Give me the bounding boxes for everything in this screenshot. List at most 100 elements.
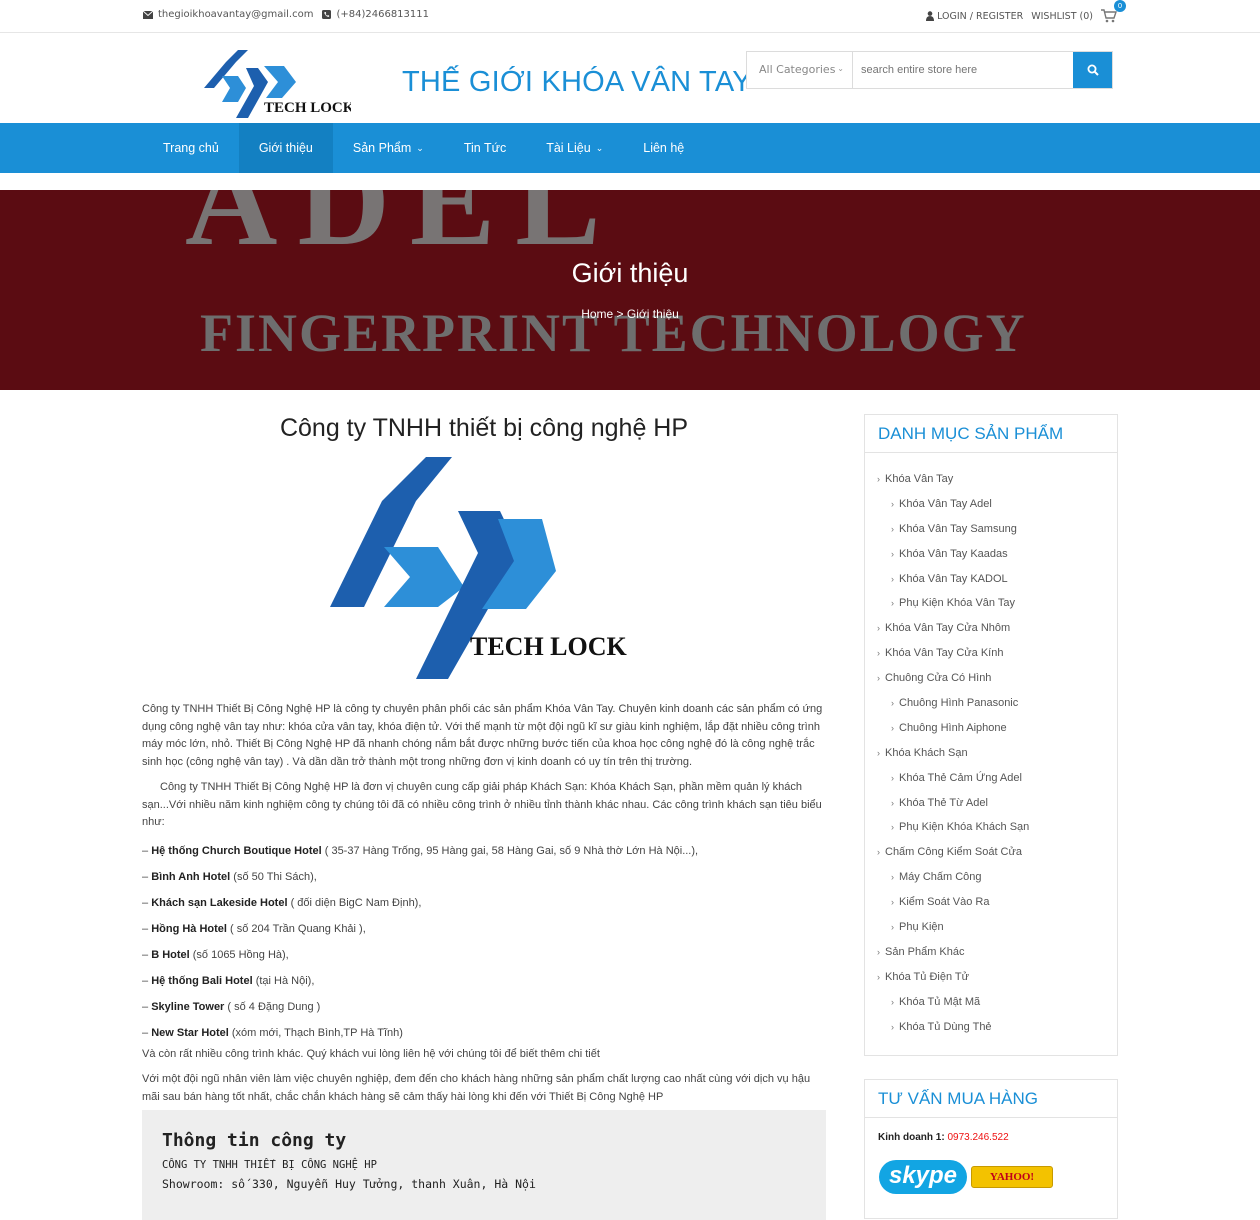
category-item-label: Khóa Thẻ Cảm Ứng Adel: [899, 771, 1022, 784]
team-paragraph: Với một đội ngũ nhân viên làm việc chuyê…: [142, 1073, 811, 1103]
search-icon: [1087, 64, 1099, 76]
info-showroom: Showroom: số 330, Nguyễn Huy Tưởng, than…: [162, 1177, 536, 1191]
category-item-label: Khóa Vân Tay Samsung: [899, 522, 1017, 535]
site-header: TECH LOCK THẾ GIỚI KHÓA VÂN TAY All Cate…: [0, 34, 1260, 123]
hotel-detail: ( đối diện BigC Nam Định),: [287, 896, 422, 909]
category-item[interactable]: › Khóa Thẻ Từ Adel: [865, 791, 1117, 816]
category-item[interactable]: › Kiểm Soát Vào Ra: [865, 890, 1117, 915]
article-heading: Công ty TNHH thiết bị công nghệ HP: [279, 414, 689, 442]
techlock-logo-icon: TECH LOCK: [330, 457, 628, 679]
wishlist-link[interactable]: WISHLIST (0): [1031, 11, 1093, 22]
category-item-label: Khóa Vân Tay Cửa Kính: [885, 647, 1004, 660]
category-select[interactable]: All Categories ⌄: [747, 52, 853, 88]
chevron-right-icon: ›: [877, 971, 880, 982]
nav-documents[interactable]: Tài Liệu ⌄: [526, 123, 623, 173]
category-select-value: All Categories: [759, 63, 836, 76]
category-item[interactable]: › Khóa Vân Tay Samsung: [865, 517, 1117, 542]
category-item[interactable]: › Chuông Hình Aiphone: [865, 716, 1117, 741]
list-item: – Hệ thống Bali Hotel (tại Hà Nội),: [142, 974, 315, 987]
nav-contact[interactable]: Liên hệ: [623, 123, 704, 173]
contact-info: thegioikhoavantay@gmail.com (+84)2466813…: [143, 9, 429, 20]
category-item[interactable]: › Khóa Tủ Mật Mã: [865, 990, 1117, 1015]
category-item[interactable]: › Khóa Tủ Điện Tử: [865, 965, 1117, 990]
chevron-right-icon: ›: [877, 623, 880, 634]
chevron-right-icon: ›: [891, 772, 894, 783]
category-item-label: Khóa Vân Tay Cửa Nhôm: [885, 622, 1011, 635]
hotel-detail: (số 1065 Hồng Hà),: [189, 948, 289, 961]
phone-number[interactable]: (+84)2466813111: [336, 9, 429, 20]
category-item[interactable]: › Khóa Khách Sạn: [865, 741, 1117, 766]
category-item[interactable]: › Chuông Cửa Có Hình: [865, 666, 1117, 691]
chevron-right-icon: ›: [891, 1021, 894, 1032]
chevron-right-icon: ›: [877, 648, 880, 659]
hotel-name: Hồng Hà Hotel: [151, 922, 227, 935]
sales-phone[interactable]: 0973.246.522: [947, 1132, 1008, 1143]
search-input[interactable]: [853, 52, 1073, 88]
chevron-right-icon: ›: [891, 797, 894, 808]
category-item[interactable]: › Khóa Vân Tay Cửa Nhôm: [865, 616, 1117, 641]
nav-news[interactable]: Tin Tức: [444, 123, 526, 173]
hotel-name: Skyline Tower: [151, 1000, 225, 1013]
category-item[interactable]: › Khóa Vân Tay Kaadas: [865, 542, 1117, 567]
category-item[interactable]: › Phụ Kiện Khóa Khách Sạn: [865, 815, 1117, 840]
breadcrumb: Home > Giới thiệu: [0, 307, 1260, 321]
sales-label: Kinh doanh 1:: [878, 1132, 945, 1143]
nav-home-label: Trang chủ: [163, 141, 219, 155]
email-link[interactable]: thegioikhoavantay@gmail.com: [158, 9, 313, 20]
nav-home[interactable]: Trang chủ: [143, 123, 239, 173]
account-links: LOGIN / REGISTER WISHLIST (0) 0: [918, 0, 1126, 23]
category-item[interactable]: › Khóa Vân Tay KADOL: [865, 567, 1117, 592]
chevron-right-icon: ›: [891, 498, 894, 509]
hotel-detail: ( 35-37 Hàng Trống, 95 Hàng gai, 58 Hàng…: [321, 844, 699, 857]
category-item[interactable]: › Chấm Công Kiểm Soát Cửa: [865, 840, 1117, 865]
cart-icon: [1101, 9, 1117, 23]
category-item[interactable]: › Phụ Kiện Khóa Vân Tay: [865, 591, 1117, 616]
login-register-link[interactable]: LOGIN / REGISTER: [926, 11, 1023, 22]
chevron-right-icon: ›: [877, 747, 880, 758]
hotel-name: New Star Hotel: [151, 1026, 229, 1039]
search-bar: All Categories ⌄: [746, 51, 1113, 89]
yahoo-button[interactable]: YAHOO!: [971, 1166, 1053, 1188]
nav-about[interactable]: Giới thiệu: [238, 123, 333, 173]
article: Công ty TNHH thiết bị công nghệ HP TECH …: [142, 410, 826, 1220]
search-button[interactable]: [1073, 52, 1112, 88]
hotel-detail: ( số 204 Trần Quang Khải ),: [226, 922, 366, 935]
category-item[interactable]: › Máy Chấm Công: [865, 865, 1117, 890]
category-item[interactable]: › Khóa Tủ Dùng Thẻ: [865, 1015, 1117, 1040]
category-item[interactable]: › Chuông Hình Panasonic: [865, 691, 1117, 716]
category-item-label: Chấm Công Kiểm Soát Cửa: [885, 846, 1022, 859]
category-item[interactable]: › Khóa Vân Tay: [865, 467, 1117, 492]
envelope-icon: [143, 10, 153, 19]
category-item-label: Kiểm Soát Vào Ra: [899, 896, 990, 909]
category-item[interactable]: › Khóa Vân Tay Adel: [865, 492, 1117, 517]
hotel-name: Khách sạn Lakeside Hotel: [151, 896, 288, 909]
nav-news-label: Tin Tức: [463, 141, 507, 155]
cart-button[interactable]: 0: [1101, 0, 1126, 23]
category-item-label: Khóa Tủ Dùng Thẻ: [899, 1020, 992, 1033]
logo-text: TECH LOCK: [264, 100, 351, 116]
nav-products[interactable]: Sản Phẩm ⌄: [333, 123, 444, 173]
category-item[interactable]: › Sản Phẩm Khác: [865, 940, 1117, 965]
page-banner: ADEL FINGERPRINT TECHNOLOGY Giới thiệu H…: [0, 190, 1260, 390]
category-item[interactable]: › Khóa Thẻ Cảm Ứng Adel: [865, 766, 1117, 791]
breadcrumb-home[interactable]: Home: [581, 307, 613, 321]
chevron-right-icon: ›: [891, 996, 894, 1007]
chevron-right-icon: ›: [891, 523, 894, 534]
company-info-box: Thông tin công ty CÔNG TY TNHH THIẾT BỊ …: [142, 1110, 826, 1220]
category-item-label: Khóa Vân Tay Kaadas: [899, 547, 1008, 560]
site-logo[interactable]: TECH LOCK: [196, 48, 355, 123]
list-item: – Khách sạn Lakeside Hotel ( đối diện Bi…: [142, 896, 422, 909]
chevron-right-icon: ›: [877, 946, 880, 957]
chevron-right-icon: ›: [891, 722, 894, 733]
skype-button[interactable]: skype: [879, 1160, 967, 1194]
advice-sidebar: TƯ VẤN MUA HÀNG Kinh doanh 1: 0973.246.5…: [864, 1079, 1118, 1219]
chevron-down-icon: ⌄: [595, 142, 604, 153]
nav-documents-label: Tài Liệu: [546, 141, 591, 155]
breadcrumb-separator: >: [613, 307, 627, 321]
category-item[interactable]: › Khóa Vân Tay Cửa Kính: [865, 641, 1117, 666]
chevron-right-icon: ›: [891, 872, 894, 883]
hotel-name: Bình Anh Hotel: [151, 870, 231, 883]
category-item[interactable]: › Phụ Kiện: [865, 915, 1117, 940]
info-title: Thông tin công ty: [162, 1130, 347, 1151]
cart-count-badge: 0: [1114, 0, 1126, 12]
